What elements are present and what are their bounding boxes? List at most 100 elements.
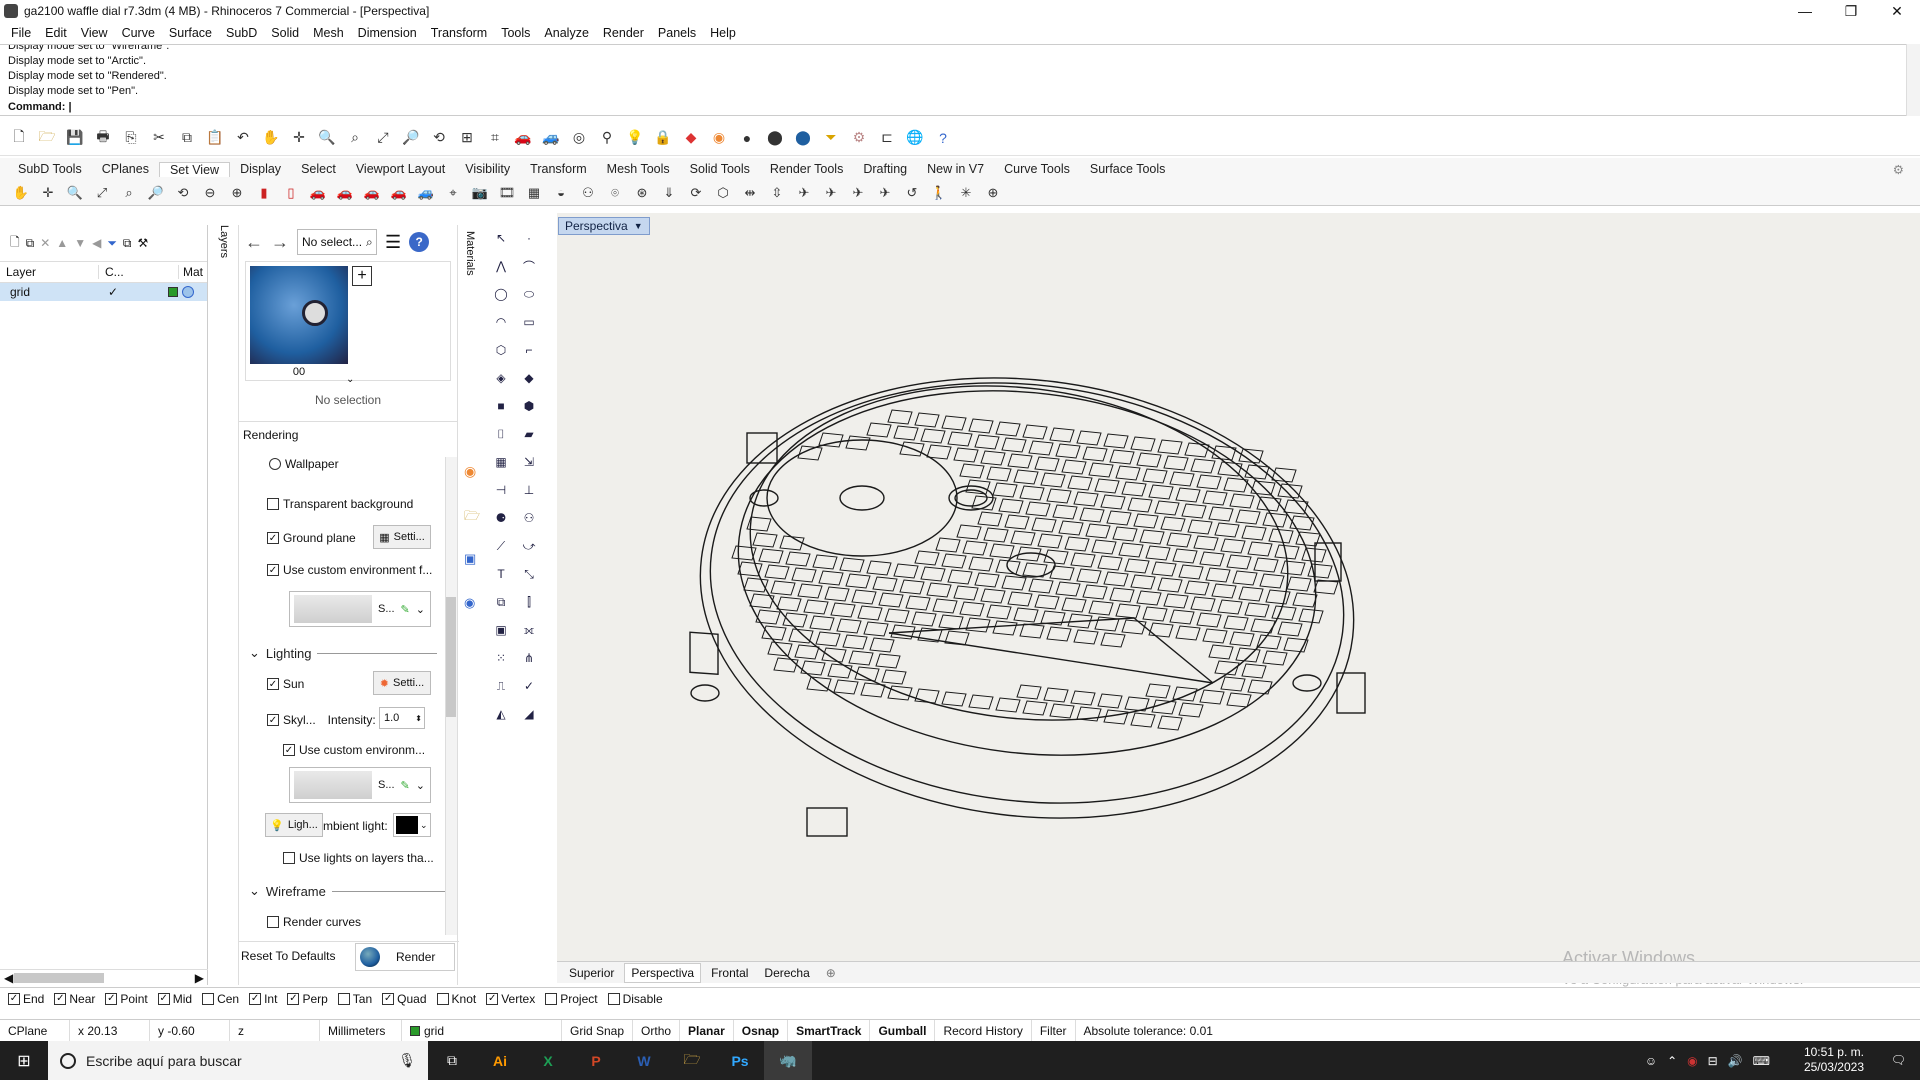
- trim-icon[interactable]: ⟋: [490, 535, 512, 557]
- viewport-tab-superior[interactable]: Superior: [563, 964, 620, 982]
- custom-env-option[interactable]: ✓ Use custom environment f...: [267, 563, 432, 577]
- lights-layers-checkbox[interactable]: [283, 852, 295, 864]
- tab-transform[interactable]: Transform: [520, 162, 597, 176]
- osnap-project[interactable]: Project: [545, 992, 598, 1006]
- sun-checkbox[interactable]: ✓: [267, 678, 279, 690]
- grid-snap-toggle[interactable]: Grid Snap: [562, 1020, 634, 1041]
- split-icon[interactable]: ⚈: [490, 507, 512, 529]
- custom-env2-option[interactable]: ✓ Use custom environm...: [283, 743, 425, 757]
- fillet-icon[interactable]: ⌐: [518, 339, 540, 361]
- gumball-icon[interactable]: ⋔: [518, 647, 540, 669]
- named-view-red-icon[interactable]: ▮: [253, 182, 275, 204]
- ground-plane-settings-button[interactable]: ▦ Setti...: [373, 525, 431, 549]
- select-arrow-icon[interactable]: ↖: [490, 227, 512, 249]
- group-icon[interactable]: ⧉: [490, 591, 512, 613]
- zoom-extents-icon[interactable]: ⤢: [91, 182, 113, 204]
- zoom-out-icon[interactable]: ⊖: [199, 182, 221, 204]
- sun-option[interactable]: ✓ Sun: [267, 677, 304, 691]
- layer-row[interactable]: grid ✓: [0, 283, 207, 301]
- add-material-button[interactable]: +: [352, 266, 372, 286]
- dropdown-icon[interactable]: ⌄: [416, 779, 425, 792]
- filter-toggle[interactable]: Filter: [1032, 1020, 1076, 1041]
- osnap-point[interactable]: ✓ Point: [105, 992, 148, 1006]
- menu-mesh[interactable]: Mesh: [306, 26, 351, 40]
- zoom-target-icon[interactable]: ⊕: [226, 182, 248, 204]
- menu-render[interactable]: Render: [596, 26, 651, 40]
- print-icon[interactable]: 🖶: [92, 127, 114, 149]
- tab-drafting[interactable]: Drafting: [853, 162, 917, 176]
- dimension2-icon[interactable]: ⊥: [518, 479, 540, 501]
- menu-solid[interactable]: Solid: [264, 26, 306, 40]
- turntable-icon[interactable]: ⟳: [685, 182, 707, 204]
- named-cplane-icon[interactable]: ▦: [523, 182, 545, 204]
- array-icon[interactable]: ⫿: [518, 591, 540, 613]
- color-wheel-icon[interactable]: ◉: [708, 127, 730, 149]
- box-icon[interactable]: ■: [490, 395, 512, 417]
- menu-panels[interactable]: Panels: [651, 26, 703, 40]
- collapse-chevron-icon[interactable]: ⌄: [249, 883, 260, 899]
- powerpoint-icon[interactable]: P: [572, 1041, 620, 1080]
- viewport-menu-icon[interactable]: ▼: [634, 221, 643, 231]
- osnap-checkbox[interactable]: ✓: [157, 992, 170, 1005]
- save-icon[interactable]: 💾: [64, 127, 86, 149]
- grid-icon[interactable]: ⌗: [484, 127, 506, 149]
- open-folder-icon[interactable]: 🗁: [36, 127, 58, 149]
- column-layer[interactable]: Layer: [0, 265, 98, 279]
- tab-surface-tools[interactable]: Surface Tools: [1080, 162, 1176, 176]
- cut-icon[interactable]: ✂: [148, 127, 170, 149]
- camera-icon[interactable]: 📷: [469, 182, 491, 204]
- osnap-perp[interactable]: ✓ Perp: [287, 992, 328, 1006]
- menu-surface[interactable]: Surface: [162, 26, 219, 40]
- smarttrack-toggle[interactable]: SmartTrack: [788, 1020, 871, 1041]
- look-icon[interactable]: ⚇: [577, 182, 599, 204]
- move-up-icon[interactable]: ▲: [56, 236, 68, 250]
- help-icon[interactable]: ?: [932, 127, 954, 149]
- osnap-knot[interactable]: Knot: [436, 992, 476, 1006]
- join-icon[interactable]: ⤻: [518, 535, 540, 557]
- osnap-near[interactable]: ✓ Near: [54, 992, 95, 1006]
- help-icon[interactable]: ?: [409, 232, 430, 252]
- move-parent-icon[interactable]: ◀: [92, 236, 101, 250]
- paint-icon[interactable]: ◢: [518, 703, 540, 725]
- osnap-checkbox[interactable]: ✓: [287, 992, 300, 1005]
- layer-color-icon[interactable]: ◆: [680, 127, 702, 149]
- arc-icon[interactable]: ◠: [490, 311, 512, 333]
- wallpaper-radio[interactable]: [269, 458, 281, 470]
- person-icon[interactable]: ☺: [1645, 1054, 1657, 1068]
- expand-chevron-icon[interactable]: ⌄: [346, 374, 354, 385]
- cplane-status[interactable]: CPlane: [0, 1020, 70, 1041]
- render-tab-icon[interactable]: ◉: [464, 595, 475, 611]
- fly3-icon[interactable]: ✈: [847, 182, 869, 204]
- skylight-option[interactable]: ✓ Skyl... Intensity:: [267, 713, 376, 727]
- illustrator-icon[interactable]: Ai: [476, 1041, 524, 1080]
- osnap-disable[interactable]: Disable: [607, 992, 663, 1006]
- align-icon[interactable]: ⇹: [739, 182, 761, 204]
- new-sublayer-icon[interactable]: ⧉: [26, 236, 35, 251]
- polyline-icon[interactable]: ⋀: [490, 255, 512, 277]
- osnap-checkbox[interactable]: ✓: [382, 992, 395, 1005]
- osnap-checkbox[interactable]: [545, 992, 558, 1005]
- tab-mesh-tools[interactable]: Mesh Tools: [597, 162, 680, 176]
- tab-subd-tools[interactable]: SubD Tools: [8, 162, 92, 176]
- edit-pencil-icon[interactable]: ✎: [401, 779, 410, 792]
- four-view-icon[interactable]: ⊞: [456, 127, 478, 149]
- osnap-mid[interactable]: ✓ Mid: [157, 992, 192, 1006]
- transparent-bg-checkbox[interactable]: [267, 498, 279, 510]
- dimension-icon[interactable]: ⊣: [490, 479, 512, 501]
- render-sphere-icon[interactable]: ⬤: [792, 127, 814, 149]
- target-icon[interactable]: ⌾: [604, 182, 626, 204]
- tabs-gear-icon[interactable]: ⚙: [1883, 162, 1914, 177]
- menu-curve[interactable]: Curve: [115, 26, 162, 40]
- waffle-dial-model[interactable]: [557, 213, 1920, 961]
- layer-options-icon[interactable]: ⚒: [138, 236, 149, 250]
- tab-cplanes[interactable]: CPlanes: [92, 162, 159, 176]
- scroll-thumb[interactable]: [446, 597, 456, 717]
- osnap-cen[interactable]: Cen: [202, 992, 239, 1006]
- filter-icon[interactable]: ⏷: [107, 236, 117, 251]
- sun-icon[interactable]: ✳: [955, 182, 977, 204]
- pan-hand-icon[interactable]: ✋: [260, 127, 282, 149]
- text-icon[interactable]: T: [490, 563, 512, 585]
- surface2-icon[interactable]: ◆: [518, 367, 540, 389]
- back-arrow-icon[interactable]: ←: [245, 232, 263, 253]
- command-history[interactable]: Display mode set to "Wireframe". Display…: [0, 44, 1920, 116]
